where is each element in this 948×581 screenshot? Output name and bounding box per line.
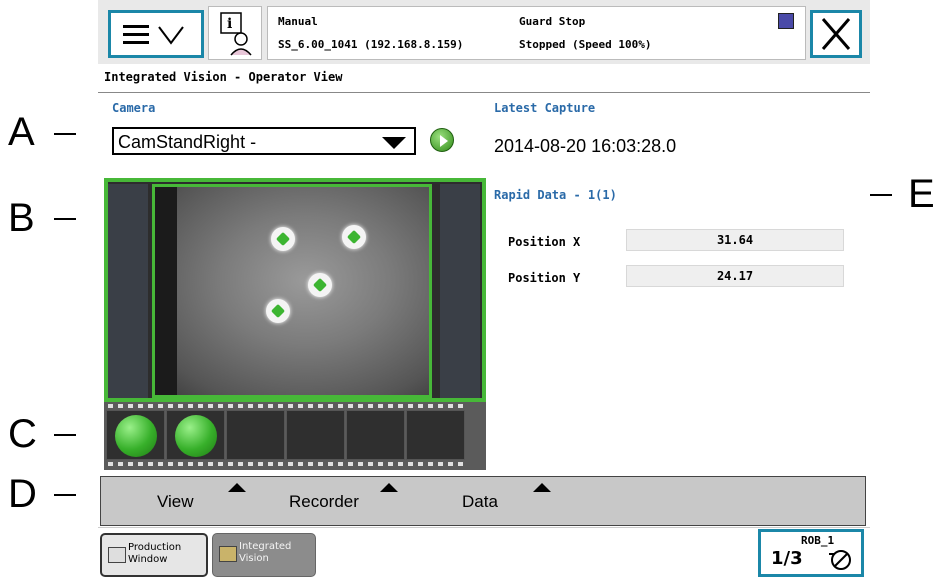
production-window-icon: [108, 547, 126, 563]
callout-d: D: [8, 472, 37, 516]
latest-capture-timestamp: 2014-08-20 16:03:28.0: [494, 136, 677, 156]
callout-b: B: [8, 196, 35, 240]
pass-indicator-icon: [175, 415, 217, 457]
info-person-icon: i: [220, 12, 252, 56]
callout-b-line: [54, 218, 76, 220]
pass-indicator-icon: [115, 415, 157, 457]
filmstrip-frame[interactable]: [346, 410, 405, 460]
film-holes-top: [108, 404, 464, 408]
window-title: Integrated Vision - Operator View: [104, 70, 343, 84]
robot-motion-icon: [829, 550, 851, 570]
position-x-value: 31.64: [626, 229, 844, 251]
detected-part: [271, 227, 295, 251]
detected-part: [342, 225, 366, 249]
filmstrip-frame[interactable]: [166, 410, 225, 460]
status-flag-icon: [778, 13, 794, 29]
filmstrip-frame[interactable]: [226, 410, 285, 460]
recorder-menu-up-icon: [380, 483, 398, 492]
camera-label: Camera: [112, 101, 156, 115]
close-button[interactable]: [810, 10, 862, 58]
hamburger-icon: [123, 25, 184, 45]
callout-e: E: [908, 172, 935, 216]
tab-data[interactable]: Data: [462, 492, 498, 512]
event-log-button[interactable]: i: [208, 6, 262, 60]
production-label-line2: Window: [128, 554, 168, 565]
tab-view[interactable]: View: [157, 492, 194, 512]
callout-d-line: [54, 494, 76, 496]
position-x-label: Position X: [508, 235, 581, 249]
filmstrip-frame[interactable]: [406, 410, 465, 460]
callout-c-line: [54, 434, 76, 436]
film-holes-bottom: [108, 462, 464, 466]
detected-part: [266, 299, 290, 323]
position-y-value: 24.17: [626, 265, 844, 287]
window-title-bar: Integrated Vision - Operator View: [98, 64, 870, 93]
filmstrip-frame[interactable]: [106, 410, 165, 460]
camera-dropdown[interactable]: CamStandRight -: [112, 127, 416, 155]
integrated-vision-icon: [219, 546, 237, 562]
view-menu-up-icon: [228, 483, 246, 492]
operating-mode: Manual: [278, 15, 318, 28]
callout-c: C: [8, 412, 37, 456]
controller-state: Guard Stop: [519, 15, 586, 28]
status-panel: Manual SS_6.00_1041 (192.168.8.159) Guar…: [267, 6, 806, 60]
rapid-data-title: Rapid Data - 1(1): [494, 188, 617, 202]
callout-a-line: [54, 133, 76, 135]
dropdown-arrow-icon: [382, 137, 406, 149]
tab-recorder[interactable]: Recorder: [289, 492, 359, 512]
program-state: Stopped (Speed 100%): [519, 38, 652, 51]
integrated-vision-button[interactable]: Integrated Vision: [212, 533, 316, 577]
vision-label-line1: Integrated: [239, 541, 292, 552]
camera-image: [152, 184, 432, 398]
svg-text:i: i: [227, 16, 232, 32]
vision-label-line2: Vision: [239, 553, 269, 564]
callout-a: A: [8, 110, 35, 154]
camera-selected: CamStandRight -: [118, 132, 257, 152]
filmstrip-frame[interactable]: [286, 410, 345, 460]
next-image-panel[interactable]: [440, 184, 480, 398]
controller-name: SS_6.00_1041 (192.168.8.159): [278, 38, 464, 51]
main-menu-button[interactable]: [108, 10, 204, 58]
quickset-button[interactable]: ROB_1 1/3: [758, 529, 864, 577]
position-y-label: Position Y: [508, 271, 581, 285]
previous-image-panel[interactable]: [108, 184, 148, 398]
close-icon: [821, 18, 851, 50]
data-menu-up-icon: [533, 483, 551, 492]
capture-play-button[interactable]: [430, 128, 454, 152]
detected-part: [308, 273, 332, 297]
image-shadow: [155, 187, 177, 395]
latest-capture-label: Latest Capture: [494, 101, 596, 115]
production-window-button[interactable]: Production Window: [100, 533, 208, 577]
production-label-line1: Production: [128, 542, 182, 553]
speed-fraction: 1/3: [771, 548, 803, 569]
